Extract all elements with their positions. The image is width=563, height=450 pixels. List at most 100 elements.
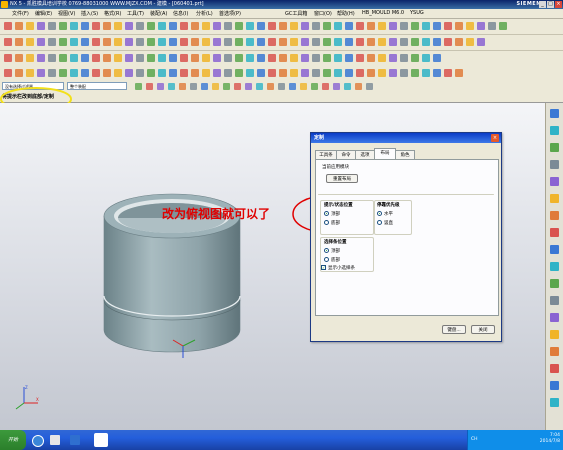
- toolbar-icon[interactable]: [345, 22, 353, 30]
- menu-analysis[interactable]: 分析(L): [196, 10, 213, 17]
- toolbar-icon[interactable]: [400, 38, 408, 46]
- toolbar-icon[interactable]: [15, 38, 23, 46]
- snap-icon[interactable]: [223, 83, 230, 90]
- toolbar-icon[interactable]: [334, 69, 342, 77]
- toolbar-icon[interactable]: [411, 54, 419, 62]
- toolbar-icon[interactable]: [92, 38, 100, 46]
- toolbar-icon[interactable]: [367, 38, 375, 46]
- toolbar-icon[interactable]: [411, 22, 419, 30]
- snap-icon[interactable]: [366, 83, 373, 90]
- toolbar-icon[interactable]: [323, 54, 331, 62]
- toolbar-icon[interactable]: [114, 69, 122, 77]
- resource-bar-icon[interactable]: [550, 330, 559, 339]
- snap-icon[interactable]: [311, 83, 318, 90]
- cue-bottom-radio[interactable]: [324, 220, 329, 225]
- toolbar-icon[interactable]: [48, 38, 56, 46]
- toolbar-icon[interactable]: [389, 22, 397, 30]
- menu-gc-toolkit[interactable]: GC工具箱: [285, 10, 307, 17]
- toolbar-icon[interactable]: [279, 38, 287, 46]
- close-button[interactable]: 关闭: [471, 325, 495, 334]
- close-window-button[interactable]: ×: [555, 1, 562, 8]
- toolbar-icon[interactable]: [235, 38, 243, 46]
- toolbar-icon[interactable]: [499, 22, 507, 30]
- maximize-button[interactable]: □: [547, 1, 554, 8]
- toolbar-icon[interactable]: [455, 38, 463, 46]
- toolbar-icon[interactable]: [422, 69, 430, 77]
- toolbar-icon[interactable]: [422, 54, 430, 62]
- toolbar-icon[interactable]: [433, 22, 441, 30]
- toolbar-icon[interactable]: [169, 69, 177, 77]
- toolbar-icon[interactable]: [246, 69, 254, 77]
- snap-icon[interactable]: [212, 83, 219, 90]
- toolbar-icon[interactable]: [59, 69, 67, 77]
- toolbar-icon[interactable]: [15, 22, 23, 30]
- toolbar-icon[interactable]: [202, 54, 210, 62]
- menu-format[interactable]: 格式(R): [104, 10, 121, 17]
- toolbar-icon[interactable]: [26, 54, 34, 62]
- toolbar-icon[interactable]: [323, 22, 331, 30]
- dock-horizontal-radio[interactable]: [377, 211, 382, 216]
- snap-icon[interactable]: [245, 83, 252, 90]
- snap-icon[interactable]: [157, 83, 164, 90]
- toolbar-icon[interactable]: [389, 69, 397, 77]
- snap-icon[interactable]: [333, 83, 340, 90]
- toolbar-icon[interactable]: [37, 69, 45, 77]
- menu-tools[interactable]: 工具(T): [127, 10, 144, 17]
- toolbar-icon[interactable]: [466, 22, 474, 30]
- toolbar-icon[interactable]: [4, 69, 12, 77]
- toolbar-icon[interactable]: [224, 54, 232, 62]
- toolbar-icon[interactable]: [389, 38, 397, 46]
- minimize-button[interactable]: _: [539, 1, 546, 8]
- snap-icon[interactable]: [256, 83, 263, 90]
- toolbar-icon[interactable]: [147, 69, 155, 77]
- toolbar-icon[interactable]: [356, 69, 364, 77]
- menu-hb-mould[interactable]: HB_MOULD M6.0: [362, 10, 404, 16]
- toolbar-icon[interactable]: [312, 38, 320, 46]
- toolbar-icon[interactable]: [15, 69, 23, 77]
- toolbar-icon[interactable]: [59, 22, 67, 30]
- toolbar-icon[interactable]: [70, 69, 78, 77]
- toolbar-icon[interactable]: [147, 54, 155, 62]
- toolbar-icon[interactable]: [103, 22, 111, 30]
- toolbar-icon[interactable]: [191, 54, 199, 62]
- toolbar-icon[interactable]: [411, 69, 419, 77]
- toolbar-icon[interactable]: [224, 69, 232, 77]
- toolbar-icon[interactable]: [103, 38, 111, 46]
- toolbar-icon[interactable]: [92, 69, 100, 77]
- toolbar-icon[interactable]: [180, 38, 188, 46]
- resource-bar-icon[interactable]: [550, 347, 559, 356]
- toolbar-icon[interactable]: [257, 54, 265, 62]
- toolbar-icon[interactable]: [114, 54, 122, 62]
- toolbar-icon[interactable]: [224, 38, 232, 46]
- toolbar-icon[interactable]: [268, 54, 276, 62]
- toolbar-icon[interactable]: [59, 54, 67, 62]
- toolbar-icon[interactable]: [169, 54, 177, 62]
- toolbar-icon[interactable]: [92, 54, 100, 62]
- toolbar-icon[interactable]: [356, 54, 364, 62]
- toolbar-icon[interactable]: [279, 54, 287, 62]
- toolbar-icon[interactable]: [81, 22, 89, 30]
- toolbar-icon[interactable]: [356, 38, 364, 46]
- toolbar-icon[interactable]: [257, 69, 265, 77]
- toolbar-icon[interactable]: [334, 38, 342, 46]
- toolbar-icon[interactable]: [367, 54, 375, 62]
- toolbar-icon[interactable]: [158, 38, 166, 46]
- toolbar-icon[interactable]: [444, 38, 452, 46]
- toolbar-icon[interactable]: [4, 54, 12, 62]
- toolbar-icon[interactable]: [433, 38, 441, 46]
- resource-bar-icon[interactable]: [550, 262, 559, 271]
- resource-bar-icon[interactable]: [550, 211, 559, 220]
- keyboard-button[interactable]: 键盘...: [442, 325, 466, 334]
- toolbar-icon[interactable]: [70, 54, 78, 62]
- toolbar-icon[interactable]: [477, 38, 485, 46]
- dock-vertical-radio[interactable]: [377, 220, 382, 225]
- resource-bar-icon[interactable]: [550, 313, 559, 322]
- toolbar-icon[interactable]: [213, 38, 221, 46]
- toolbar-icon[interactable]: [246, 22, 254, 30]
- menu-file[interactable]: 文件(F): [12, 10, 29, 17]
- toolbar-icon[interactable]: [345, 38, 353, 46]
- menu-preferences[interactable]: 首选项(P): [219, 10, 241, 17]
- toolbar-icon[interactable]: [378, 38, 386, 46]
- toolbar-icon[interactable]: [345, 54, 353, 62]
- toolbar-icon[interactable]: [235, 69, 243, 77]
